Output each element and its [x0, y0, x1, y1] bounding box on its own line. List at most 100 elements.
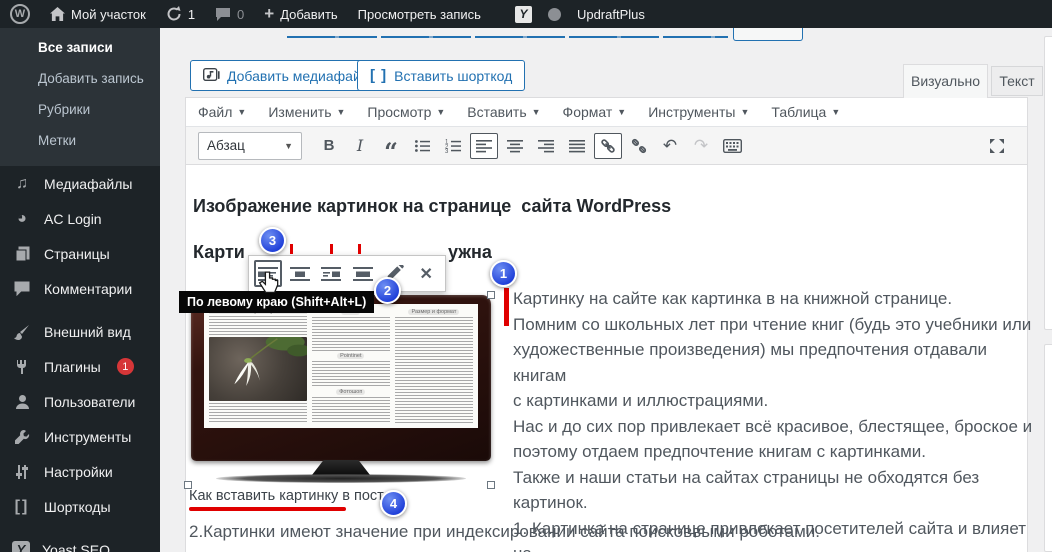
image-align-center-button[interactable] [286, 260, 314, 287]
monitor-base-shadow [216, 474, 466, 483]
site-name-label: Мой участок [71, 6, 146, 22]
screen-text-lines [311, 361, 390, 387]
italic-button[interactable]: I [346, 133, 374, 159]
post-heading-2-left-fragment: Карти [193, 242, 245, 262]
post-image-monitor[interactable]: Как вставить картинку в пост [191, 295, 491, 485]
sidebar-item-label: Шорткоды [44, 498, 111, 515]
screen-text-lines [394, 317, 473, 423]
sidebar-item-label: Внешний вид [44, 323, 131, 340]
chevron-down-icon: ▼ [237, 107, 247, 117]
sidebar-item-users[interactable]: Пользователи [0, 384, 160, 419]
tools-icon [12, 429, 32, 445]
sidebar-item-tags[interactable]: Метки [0, 125, 160, 156]
fullscreen-button[interactable] [983, 133, 1011, 159]
add-media-button[interactable]: Добавить медиафайл [190, 60, 382, 91]
sidebar-item-settings[interactable]: Настройки [0, 454, 160, 489]
permalink-edit-button-remnant[interactable] [733, 28, 803, 41]
editor-content-area[interactable]: Изображение картинок на странице сайта W… [179, 166, 1032, 552]
menu-table[interactable]: Таблица ▼ [771, 104, 840, 120]
image-remove-button[interactable]: ✕ [412, 260, 440, 287]
menu-edit[interactable]: Изменить ▼ [268, 104, 345, 120]
updraftplus-menu[interactable]: UpdraftPlus [567, 0, 655, 28]
sidebar-item-appearance[interactable]: Внешний вид [0, 314, 160, 349]
align-right-button[interactable] [532, 133, 560, 159]
screen-col2-badge2: Фотошоп [336, 389, 366, 395]
chevron-down-icon: ▼ [336, 107, 346, 117]
permalink-url-remnant[interactable] [287, 36, 728, 38]
editor-menubar: Файл ▼ Изменить ▼ Просмотр ▼ Вставить ▼ Форм… [186, 98, 1027, 127]
comments-icon [215, 7, 231, 22]
image-caption: Как вставить картинку в пост [189, 488, 384, 504]
undo-button[interactable]: ↶ [656, 133, 684, 159]
insert-shortcode-button[interactable]: [ ] Вставить шорткод [357, 60, 526, 91]
view-post-label: Просмотреть запись [357, 6, 481, 22]
status-dot-menu[interactable] [542, 0, 567, 28]
view-post-link[interactable]: Просмотреть запись [348, 0, 491, 28]
annotation-badge-3: 3 [259, 227, 286, 254]
shortcodes-icon: [] [14, 497, 30, 515]
screen-text-lines [311, 397, 390, 423]
chevron-down-icon: ▼ [831, 107, 841, 117]
tab-text[interactable]: Текст [991, 66, 1043, 96]
add-media-icon [203, 68, 220, 83]
bold-button[interactable]: B [315, 133, 343, 159]
menu-format[interactable]: Формат ▼ [563, 104, 627, 120]
sidebar-item-categories[interactable]: Рубрики [0, 94, 160, 125]
align-center-button[interactable] [501, 133, 529, 159]
sidebar-item-tools[interactable]: Инструменты [0, 419, 160, 454]
comments-icon [12, 281, 32, 296]
comments-menu[interactable]: 0 [205, 0, 254, 28]
sidebar-item-comments[interactable]: Комментарии [0, 271, 160, 306]
yoast-icon: Y [514, 5, 532, 23]
media-icon: ♫ [16, 174, 28, 192]
justify-button[interactable] [563, 133, 591, 159]
keyboard-shortcuts-button[interactable] [718, 133, 746, 159]
updates-menu[interactable]: 1 [156, 0, 205, 28]
resize-handle-bottom-left[interactable] [184, 481, 192, 489]
paragraph-format-select[interactable]: Абзац ▼ [198, 131, 302, 160]
sidebar-item-ac-login[interactable]: ◕ AC Login [0, 201, 160, 236]
posts-submenu: Все записи Добавить запись Рубрики Метки [0, 28, 160, 166]
home-icon [50, 7, 65, 21]
menu-insert[interactable]: Вставить ▼ [467, 104, 540, 120]
updraftplus-label: UpdraftPlus [576, 6, 645, 22]
bullet-list-button[interactable] [408, 133, 436, 159]
gray-dot-icon [547, 7, 561, 21]
menu-file[interactable]: Файл ▼ [198, 104, 246, 120]
new-content-menu[interactable]: + Добавить [254, 0, 347, 28]
image-align-none-button[interactable] [349, 260, 377, 287]
link-button[interactable] [594, 132, 622, 159]
site-name-menu[interactable]: Мой участок [40, 0, 156, 28]
menu-tools[interactable]: Инструменты ▼ [648, 104, 749, 120]
align-left-button[interactable] [470, 132, 498, 159]
post-body-text-below-image: 2.Картинки имеют значение при индексиров… [189, 522, 821, 541]
sidebar-item-all-posts[interactable]: Все записи [0, 32, 160, 63]
screen-list-lines [209, 402, 307, 423]
numbered-list-button[interactable]: 123 [439, 133, 467, 159]
sidebar-item-pages[interactable]: Страницы [0, 236, 160, 271]
monitor-stand [312, 460, 370, 475]
sidebar-item-label: Пользователи [44, 393, 136, 410]
red-tick-annotation [290, 244, 293, 254]
sidebar-item-shortcodes[interactable]: [] Шорткоды [0, 489, 160, 524]
sidebar-item-yoast-seo[interactable]: Y Yoast SEO [0, 532, 160, 552]
sidebar-item-media[interactable]: ♫ Медиафайлы [0, 166, 160, 201]
image-align-right-button[interactable] [317, 260, 345, 287]
resize-handle-top-right[interactable] [487, 291, 495, 299]
sidebar-item-label: AC Login [44, 210, 102, 227]
menu-view[interactable]: Просмотр ▼ [367, 104, 445, 120]
unlink-button[interactable] [625, 133, 653, 159]
updates-icon [166, 6, 182, 22]
wp-logo-menu[interactable]: W [0, 0, 40, 28]
users-icon [12, 394, 32, 410]
blockquote-button[interactable]: “ [377, 133, 405, 163]
yoast-menu[interactable]: Y [505, 0, 542, 28]
sidebar-item-plugins[interactable]: Плагины 1 [0, 349, 160, 384]
add-media-label: Добавить медиафайл [227, 67, 369, 84]
resize-handle-bottom-right[interactable] [487, 481, 495, 489]
sidebar-item-label: Страницы [44, 245, 110, 262]
tab-visual[interactable]: Визуально [903, 64, 988, 98]
sidebar-item-label: Плагины [44, 358, 101, 375]
sidebar-item-add-post[interactable]: Добавить запись [0, 63, 160, 94]
redo-button[interactable]: ↷ [687, 133, 715, 159]
